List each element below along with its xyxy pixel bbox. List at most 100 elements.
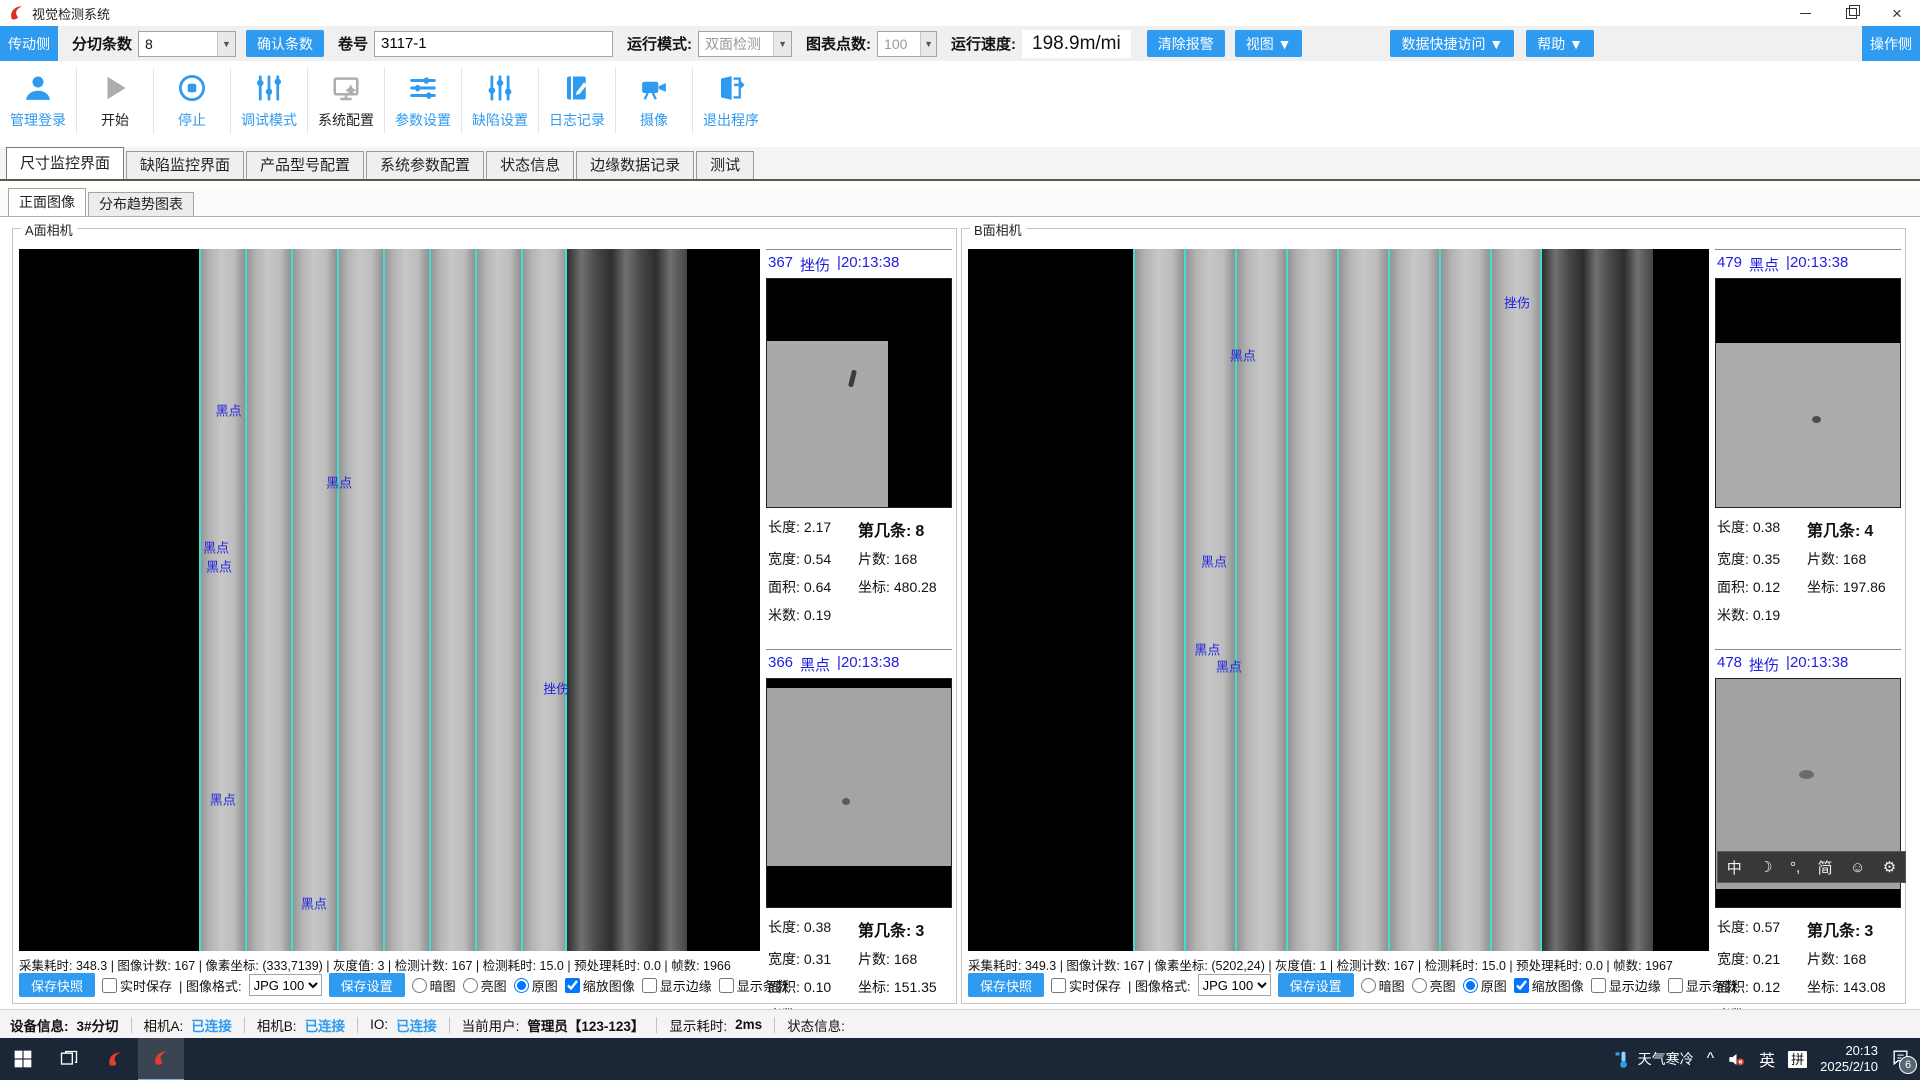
save-snapshot-button[interactable]: 保存快照 [19, 973, 95, 997]
defect-card[interactable]: 479 黑点 |20:13:38 长度:0.38第几条:4宽度:0.35片数:1… [1715, 249, 1901, 625]
action-log[interactable]: 日志记录 [538, 68, 615, 134]
operator-side-button[interactable]: 操作侧 [1862, 26, 1920, 61]
image-format-select[interactable]: JPG 100 [1198, 974, 1271, 996]
slit-count-combobox[interactable]: 8 ▼ [138, 31, 236, 57]
camera-a-image[interactable]: 黑点黑点黑点黑点挫伤黑点黑点 [19, 249, 760, 951]
task-view-button[interactable] [46, 1038, 92, 1080]
realtime-save-option[interactable]: 实时保存 [1051, 976, 1121, 995]
action-exit[interactable]: 退出程序 [692, 68, 769, 134]
zoom-image-option[interactable]: 缩放图像 [1514, 976, 1584, 995]
minimize-button[interactable] [1782, 0, 1828, 26]
show-edge-checkbox[interactable] [1591, 978, 1606, 993]
show-count-option[interactable]: 显示条数 [1668, 976, 1738, 995]
ime-punct[interactable]: °, [1788, 859, 1802, 876]
pinned-app-button[interactable] [92, 1038, 138, 1080]
show-edge-option[interactable]: 显示边缘 [1591, 976, 1661, 995]
notification-button[interactable]: 6 [1891, 1048, 1910, 1070]
action-play[interactable]: 开始 [76, 68, 153, 134]
ime-simplified[interactable]: 简 [1816, 857, 1835, 878]
ime-emoji-icon[interactable]: ☺ [1848, 859, 1867, 876]
action-stop[interactable]: 停止 [153, 68, 230, 134]
show-count-checkbox[interactable] [1668, 978, 1683, 993]
dark-image-radio[interactable] [412, 978, 427, 993]
tab-main-2[interactable]: 产品型号配置 [246, 151, 364, 179]
dark-image-radio[interactable] [1361, 978, 1376, 993]
tray-expand-chevron[interactable]: ^ [1707, 1050, 1715, 1068]
run-mode-combobox[interactable]: 双面检测 ▼ [698, 31, 792, 57]
image-format-select[interactable]: JPG 100 [249, 974, 322, 996]
start-button[interactable] [0, 1038, 46, 1080]
weather-tray-item[interactable]: 天气寒冷 [1614, 1049, 1694, 1069]
measure-strip: 第几条:4 [1807, 517, 1899, 541]
roll-number-input[interactable] [374, 31, 613, 57]
show-edge-checkbox[interactable] [642, 978, 657, 993]
confirm-count-button[interactable]: 确认条数 [246, 30, 324, 57]
camera-b-image[interactable]: 挫伤黑点黑点黑点黑点 [968, 249, 1709, 951]
help-menu-button[interactable]: 帮助 ▼ [1526, 30, 1594, 57]
tab-main-3[interactable]: 系统参数配置 [366, 151, 484, 179]
tab-main-6[interactable]: 测试 [696, 151, 754, 179]
defect-thumbnail[interactable] [1715, 278, 1901, 508]
action-iconbar: 管理登录开始停止调试模式系统配置参数设置缺陷设置日志记录摄像退出程序 [0, 61, 1920, 141]
ime-lang[interactable]: 中 [1725, 857, 1744, 878]
realtime-save-checkbox[interactable] [1051, 978, 1066, 993]
language-indicator[interactable]: 英 [1759, 1047, 1775, 1071]
dim-strips-region [567, 249, 687, 951]
show-count-option[interactable]: 显示条数 [719, 976, 789, 995]
dark-image-option[interactable]: 暗图 [412, 976, 456, 995]
clock[interactable]: 20:13 2025/2/10 [1820, 1043, 1878, 1076]
defect-id: 366 [768, 654, 793, 675]
save-settings-button[interactable]: 保存设置 [329, 973, 405, 997]
original-image-radio[interactable] [514, 978, 529, 993]
tab-main-5[interactable]: 边缘数据记录 [576, 151, 694, 179]
action-user[interactable]: 管理登录 [0, 68, 76, 134]
defect-thumbnail[interactable] [766, 678, 952, 908]
tab-sub-1[interactable]: 分布趋势图表 [88, 192, 194, 216]
defect-card[interactable]: 367 挫伤 |20:13:38 长度:2.17第几条:8宽度:0.54片数:1… [766, 249, 952, 625]
action-defect-sliders[interactable]: 缺陷设置 [461, 68, 538, 134]
tab-main-1[interactable]: 缺陷监控界面 [126, 151, 244, 179]
data-quick-access-button[interactable]: 数据快捷访问 ▼ [1390, 30, 1514, 57]
save-settings-button[interactable]: 保存设置 [1278, 973, 1354, 997]
original-image-option[interactable]: 原图 [1463, 976, 1507, 995]
defect-card[interactable]: 478 挫伤 |20:13:38 长度:0.57第几条:3宽度:0.21片数:1… [1715, 649, 1901, 1025]
save-snapshot-button[interactable]: 保存快照 [968, 973, 1044, 997]
action-params-sliders[interactable]: 参数设置 [384, 68, 461, 134]
bright-image-radio[interactable] [463, 978, 478, 993]
tab-sub-0[interactable]: 正面图像 [8, 188, 86, 216]
bright-image-option[interactable]: 亮图 [1412, 976, 1456, 995]
defect-thumbnail[interactable] [766, 278, 952, 508]
bright-image-radio[interactable] [1412, 978, 1427, 993]
ime-indicator[interactable]: 拼 [1788, 1051, 1807, 1068]
ime-mode-icon[interactable]: ☽ [1757, 858, 1774, 876]
chart-points-combobox[interactable]: 100 ▼ [877, 31, 937, 57]
action-debug-sliders[interactable]: 调试模式 [230, 68, 307, 134]
state-info-label: 状态信息: [787, 1015, 845, 1035]
action-camera[interactable]: 摄像 [615, 68, 692, 134]
defect-label: 黑点 [301, 894, 327, 913]
clear-alarm-button[interactable]: 清除报警 [1147, 30, 1225, 57]
original-image-radio[interactable] [1463, 978, 1478, 993]
thermometer-icon [1614, 1050, 1633, 1069]
tab-main-4[interactable]: 状态信息 [486, 151, 574, 179]
ime-settings-icon[interactable]: ⚙ [1881, 858, 1898, 876]
bright-image-option[interactable]: 亮图 [463, 976, 507, 995]
dark-image-option[interactable]: 暗图 [1361, 976, 1405, 995]
action-system-config[interactable]: 系统配置 [307, 68, 384, 134]
view-menu-button[interactable]: 视图 ▼ [1235, 30, 1303, 57]
zoom-image-checkbox[interactable] [565, 978, 580, 993]
drive-side-button[interactable]: 传动侧 [0, 26, 58, 61]
vision-app-taskbar-button[interactable] [138, 1037, 184, 1080]
realtime-save-option[interactable]: 实时保存 [102, 976, 172, 995]
restore-button[interactable] [1828, 0, 1874, 26]
defect-card[interactable]: 366 黑点 |20:13:38 长度:0.38第几条:3宽度:0.31片数:1… [766, 649, 952, 1025]
zoom-image-checkbox[interactable] [1514, 978, 1529, 993]
tab-main-0[interactable]: 尺寸监控界面 [6, 147, 124, 179]
close-button[interactable]: × [1874, 0, 1920, 26]
speaker-muted-icon[interactable] [1727, 1050, 1746, 1069]
realtime-save-checkbox[interactable] [102, 978, 117, 993]
show-count-checkbox[interactable] [719, 978, 734, 993]
zoom-image-option[interactable]: 缩放图像 [565, 976, 635, 995]
show-edge-option[interactable]: 显示边缘 [642, 976, 712, 995]
original-image-option[interactable]: 原图 [514, 976, 558, 995]
